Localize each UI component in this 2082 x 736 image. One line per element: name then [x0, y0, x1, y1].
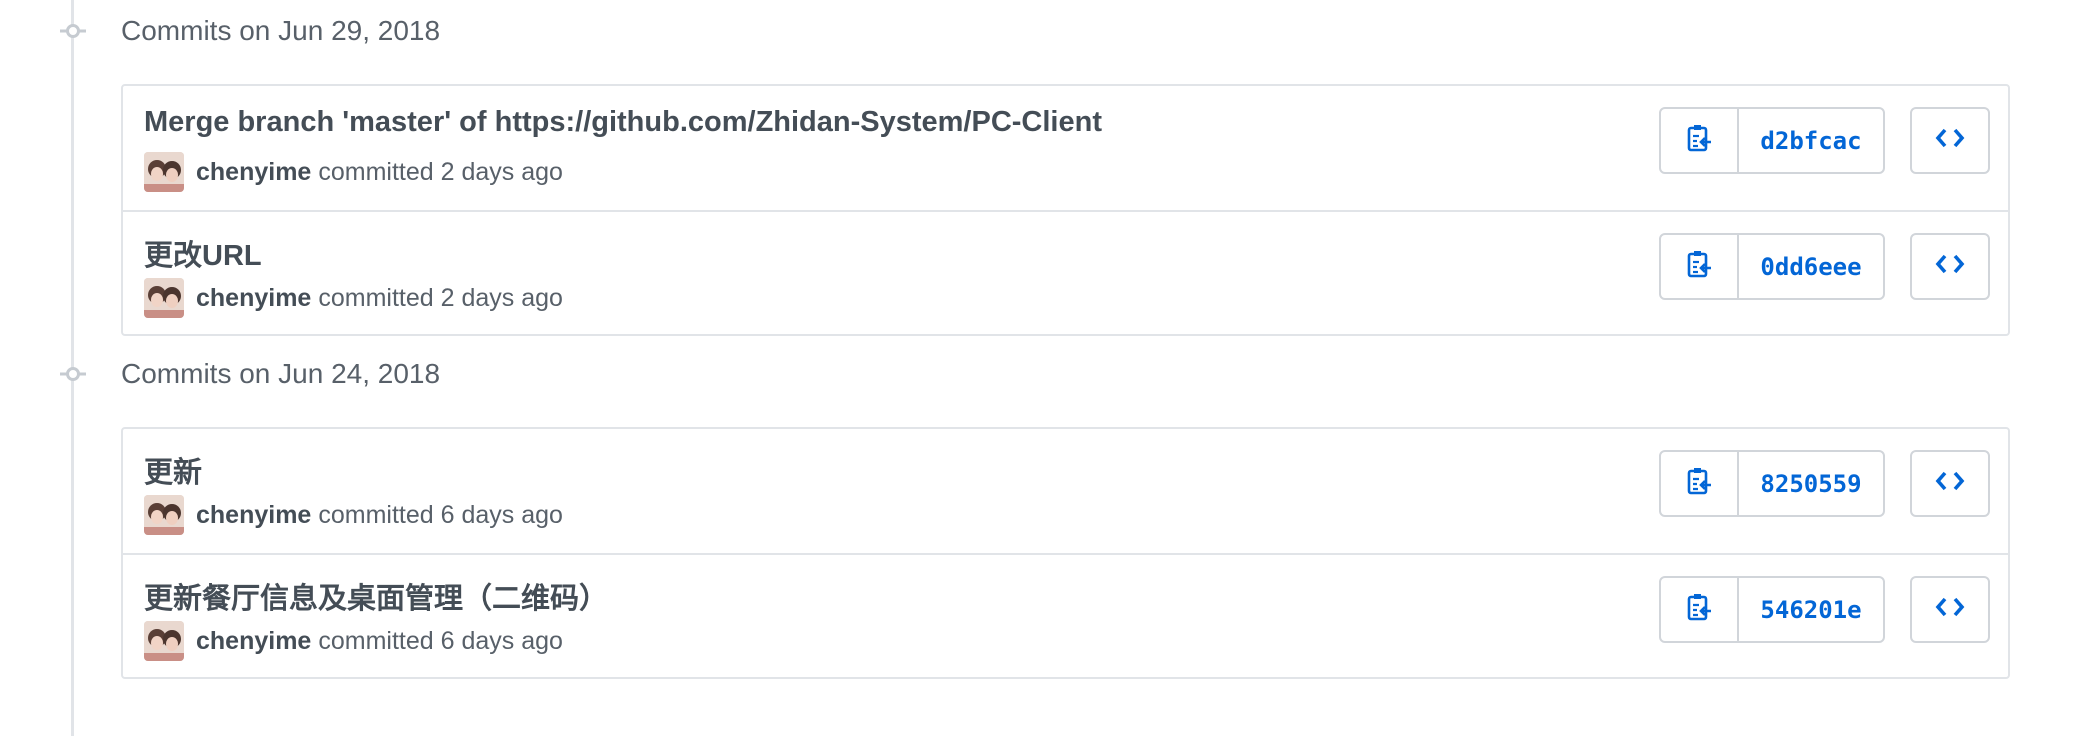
commit-row: Merge branch 'master' of https://github.…: [123, 86, 2008, 210]
commit-time: 2 days ago: [440, 283, 563, 312]
commit-meta: chenyime committed 6 days ago: [144, 495, 563, 535]
commit-sha-link[interactable]: 8250559: [1739, 452, 1883, 515]
commit-list: 更新 chenyime committed 6 days ago 8250559: [121, 427, 2010, 679]
copy-sha-button[interactable]: [1661, 109, 1739, 172]
commit-message-link[interactable]: 更改URL: [144, 232, 262, 274]
author-avatar[interactable]: [144, 152, 184, 192]
browse-repo-button[interactable]: [1910, 450, 1990, 517]
commit-message-link[interactable]: Merge branch 'master' of https://github.…: [144, 106, 1102, 139]
commit-node-icon: [60, 21, 86, 41]
code-icon: [1935, 470, 1965, 497]
copy-sha-button[interactable]: [1661, 578, 1739, 641]
commit-group-date: Commits on Jun 29, 2018: [121, 15, 441, 46]
code-icon: [1935, 253, 1965, 280]
author-avatar[interactable]: [144, 278, 184, 318]
commit-group-date: Commits on Jun 24, 2018: [121, 358, 441, 389]
commit-sha-link[interactable]: d2bfcac: [1739, 109, 1883, 172]
browse-repo-button[interactable]: [1910, 576, 1990, 643]
author-link[interactable]: chenyime: [196, 158, 311, 187]
sha-button-group: 0dd6eee: [1659, 233, 1885, 300]
commit-list: Merge branch 'master' of https://github.…: [121, 84, 2010, 336]
clipboard-icon: [1686, 249, 1712, 284]
committed-verb: committed: [318, 283, 434, 312]
commit-meta: chenyime committed 2 days ago: [144, 278, 563, 318]
commit-time: 6 days ago: [440, 626, 563, 655]
commit-row: 更新 chenyime committed 6 days ago 8250559: [123, 429, 2008, 553]
commit-message-link[interactable]: 更新: [144, 449, 202, 491]
clipboard-icon: [1686, 123, 1712, 158]
committed-verb: committed: [318, 626, 434, 655]
browse-repo-button[interactable]: [1910, 107, 1990, 174]
commit-group-header: Commits on Jun 29, 2018: [0, 1, 2082, 61]
commit-group-header: Commits on Jun 24, 2018: [0, 344, 2082, 404]
commit-meta: chenyime committed 6 days ago: [144, 621, 563, 661]
commit-sha-link[interactable]: 546201e: [1739, 578, 1883, 641]
commit-sha-link[interactable]: 0dd6eee: [1739, 235, 1883, 298]
commit-row: 更改URL chenyime committed 2 days ago 0dd6…: [123, 210, 2008, 334]
committed-verb: committed: [318, 500, 434, 529]
commit-node-icon: [60, 364, 86, 384]
commit-time: 6 days ago: [440, 500, 563, 529]
author-avatar[interactable]: [144, 621, 184, 661]
commit-message-link[interactable]: 更新餐厅信息及桌面管理（二维码）: [144, 575, 608, 617]
browse-repo-button[interactable]: [1910, 233, 1990, 300]
clipboard-icon: [1686, 592, 1712, 627]
commit-time: 2 days ago: [440, 157, 563, 186]
author-avatar[interactable]: [144, 495, 184, 535]
commit-meta: chenyime committed 2 days ago: [144, 152, 563, 192]
sha-button-group: 8250559: [1659, 450, 1885, 517]
clipboard-icon: [1686, 466, 1712, 501]
sha-button-group: d2bfcac: [1659, 107, 1885, 174]
copy-sha-button[interactable]: [1661, 235, 1739, 298]
code-icon: [1935, 596, 1965, 623]
author-link[interactable]: chenyime: [196, 501, 311, 530]
author-link[interactable]: chenyime: [196, 627, 311, 656]
code-icon: [1935, 127, 1965, 154]
author-link[interactable]: chenyime: [196, 284, 311, 313]
commit-row: 更新餐厅信息及桌面管理（二维码） chenyime committed 6 da…: [123, 553, 2008, 677]
sha-button-group: 546201e: [1659, 576, 1885, 643]
committed-verb: committed: [318, 157, 434, 186]
copy-sha-button[interactable]: [1661, 452, 1739, 515]
